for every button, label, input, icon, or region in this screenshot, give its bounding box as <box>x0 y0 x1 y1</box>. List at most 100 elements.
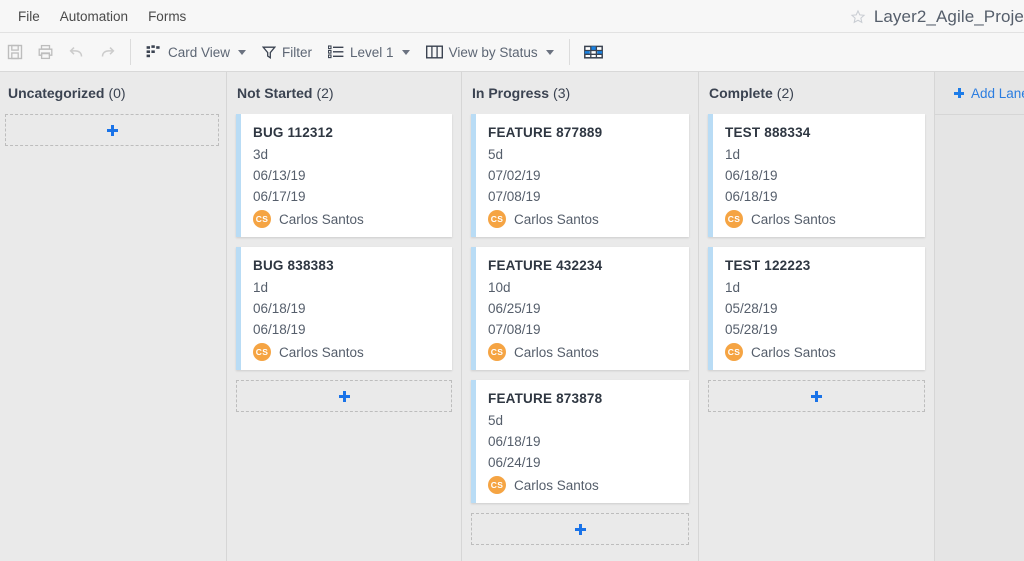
columns-icon <box>426 45 443 59</box>
avatar: CS <box>488 210 506 228</box>
card-start-date: 06/18/19 <box>253 301 440 316</box>
card-assignee: CS Carlos Santos <box>253 343 440 361</box>
task-card[interactable]: BUG 838383 1d 06/18/19 06/18/19 CS Carlo… <box>236 247 452 370</box>
toolbar-view-actions: Card View Filter Level 1 <box>138 33 562 71</box>
redo-button[interactable] <box>93 39 122 66</box>
kanban-board: Uncategorized (0) Not Started (2) BUG 11… <box>0 72 1024 561</box>
lane-count: (2) <box>777 85 794 101</box>
assignee-name: Carlos Santos <box>279 212 364 227</box>
task-card[interactable]: TEST 122223 1d 05/28/19 05/28/19 CS Carl… <box>708 247 925 370</box>
card-view-button[interactable]: Card View <box>139 39 253 66</box>
card-duration: 5d <box>488 147 677 162</box>
view-by-status-label: View by Status <box>449 45 538 60</box>
add-card-button[interactable] <box>236 380 452 412</box>
card-duration: 1d <box>253 280 440 295</box>
add-lane-divider <box>935 114 1024 115</box>
print-icon <box>37 44 54 60</box>
lane-uncategorized: Uncategorized (0) <box>0 72 227 561</box>
card-end-date: 07/08/19 <box>488 322 677 337</box>
lane-complete: Complete (2) TEST 888334 1d 06/18/19 06/… <box>699 72 935 561</box>
assignee-name: Carlos Santos <box>751 212 836 227</box>
plus-icon <box>811 391 822 402</box>
undo-button[interactable] <box>62 39 91 66</box>
lane-header: In Progress (3) <box>462 72 698 114</box>
add-lane-button[interactable]: Add Lane <box>935 72 1024 114</box>
menu-item-file[interactable]: File <box>8 5 50 28</box>
level-label: Level 1 <box>350 45 394 60</box>
card-end-date: 05/28/19 <box>725 322 913 337</box>
card-start-date: 06/25/19 <box>488 301 677 316</box>
menu-item-automation[interactable]: Automation <box>50 5 138 28</box>
card-start-date: 05/28/19 <box>725 301 913 316</box>
filter-funnel-icon <box>262 45 276 60</box>
assignee-name: Carlos Santos <box>751 345 836 360</box>
card-assignee: CS Carlos Santos <box>488 343 677 361</box>
lane-title: In Progress <box>472 85 549 101</box>
plus-icon <box>339 391 350 402</box>
card-title: FEATURE 877889 <box>488 125 677 140</box>
card-end-date: 07/08/19 <box>488 189 677 204</box>
card-duration: 1d <box>725 280 913 295</box>
task-card[interactable]: FEATURE 432234 10d 06/25/19 07/08/19 CS … <box>471 247 689 370</box>
undo-icon <box>68 44 85 60</box>
avatar: CS <box>725 343 743 361</box>
lane-title: Uncategorized <box>8 85 104 101</box>
card-start-date: 07/02/19 <box>488 168 677 183</box>
lane-count: (3) <box>553 85 570 101</box>
view-by-status-button[interactable]: View by Status <box>419 39 561 66</box>
lane-body: TEST 888334 1d 06/18/19 06/18/19 CS Carl… <box>699 114 934 561</box>
card-title: FEATURE 873878 <box>488 391 677 406</box>
plus-icon <box>107 125 118 136</box>
card-duration: 1d <box>725 147 913 162</box>
lane-not-started: Not Started (2) BUG 112312 3d 06/13/19 0… <box>227 72 462 561</box>
lane-title: Not Started <box>237 85 312 101</box>
menu-item-forms[interactable]: Forms <box>138 5 196 28</box>
favorite-star-icon[interactable] <box>850 9 866 25</box>
chevron-down-icon <box>238 50 246 55</box>
task-card[interactable]: FEATURE 873878 5d 06/18/19 06/24/19 CS C… <box>471 380 689 503</box>
avatar: CS <box>253 210 271 228</box>
task-card[interactable]: FEATURE 877889 5d 07/02/19 07/08/19 CS C… <box>471 114 689 237</box>
toolbar-grid-group <box>577 33 610 71</box>
add-card-button[interactable] <box>708 380 925 412</box>
avatar: CS <box>488 476 506 494</box>
lane-title: Complete <box>709 85 773 101</box>
card-duration: 10d <box>488 280 677 295</box>
redo-icon <box>99 44 116 60</box>
document-title-area: Layer2_Agile_Proje <box>850 0 1024 33</box>
task-card[interactable]: BUG 112312 3d 06/13/19 06/17/19 CS Carlo… <box>236 114 452 237</box>
add-card-button[interactable] <box>5 114 219 146</box>
grid-toggle-button[interactable] <box>578 39 609 66</box>
filter-button[interactable]: Filter <box>255 39 319 66</box>
save-button[interactable] <box>1 39 29 66</box>
add-lane-column: Add Lane <box>935 72 1024 561</box>
assignee-name: Carlos Santos <box>514 212 599 227</box>
lane-body: BUG 112312 3d 06/13/19 06/17/19 CS Carlo… <box>227 114 461 561</box>
task-card[interactable]: TEST 888334 1d 06/18/19 06/18/19 CS Carl… <box>708 114 925 237</box>
level-button[interactable]: Level 1 <box>321 39 417 66</box>
card-view-icon <box>146 45 162 59</box>
add-card-button[interactable] <box>471 513 689 545</box>
lane-header: Not Started (2) <box>227 72 461 114</box>
card-start-date: 06/13/19 <box>253 168 440 183</box>
assignee-name: Carlos Santos <box>279 345 364 360</box>
assignee-name: Carlos Santos <box>514 478 599 493</box>
lane-count: (0) <box>108 85 125 101</box>
assignee-name: Carlos Santos <box>514 345 599 360</box>
card-end-date: 06/18/19 <box>725 189 913 204</box>
outline-level-icon <box>328 45 344 59</box>
page-title: Layer2_Agile_Proje <box>874 7 1024 27</box>
lane-body: FEATURE 877889 5d 07/02/19 07/08/19 CS C… <box>462 114 698 561</box>
card-title: FEATURE 432234 <box>488 258 677 273</box>
print-button[interactable] <box>31 39 60 66</box>
card-title: BUG 838383 <box>253 258 440 273</box>
toolbar: Card View Filter Level 1 <box>0 33 1024 72</box>
avatar: CS <box>725 210 743 228</box>
add-lane-label: Add Lane <box>971 86 1024 101</box>
lane-count: (2) <box>316 85 333 101</box>
filter-label: Filter <box>282 45 312 60</box>
plus-icon <box>954 88 964 98</box>
plus-icon <box>575 524 586 535</box>
card-title: BUG 112312 <box>253 125 440 140</box>
lane-body <box>0 114 226 561</box>
